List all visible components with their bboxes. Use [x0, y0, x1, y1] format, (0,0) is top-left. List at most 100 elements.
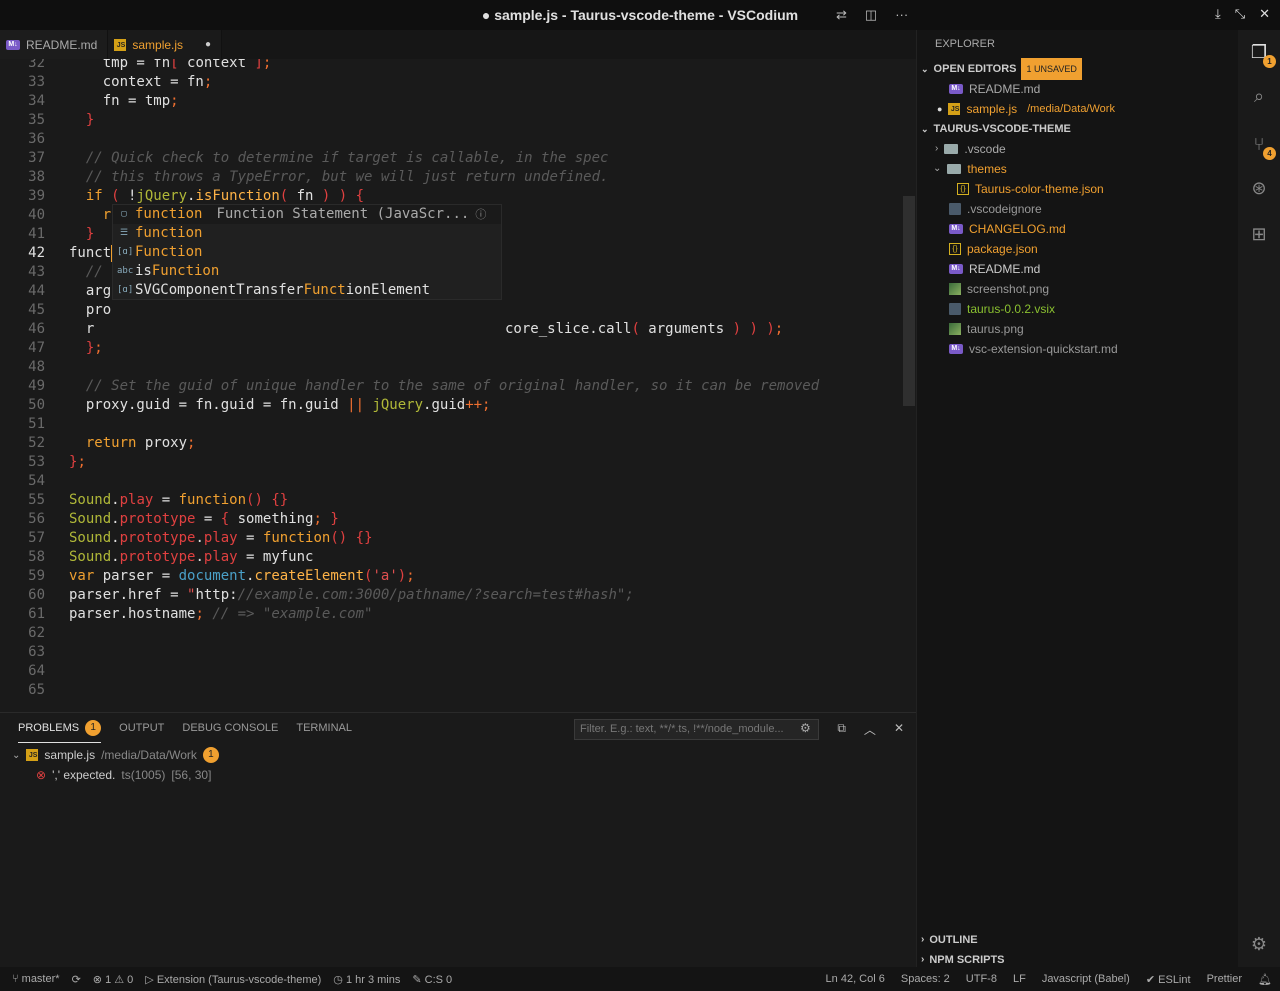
code-line[interactable]: 47 };	[0, 339, 900, 358]
line-number: 43	[28, 264, 45, 280]
tree-item-changelog[interactable]: M↓ CHANGELOG.md	[917, 219, 1238, 239]
problems-indicator[interactable]: ⊗ 1 ⚠ 0	[93, 973, 134, 986]
minimize-icon[interactable]: ⤓	[1215, 6, 1221, 22]
tree-item-vscodeignore[interactable]: .vscodeignore	[917, 199, 1238, 219]
sync-icon[interactable]: ⟳	[72, 973, 81, 986]
tree-item-vsix[interactable]: taurus-0.0.2.vsix	[917, 299, 1238, 319]
tab-sample-js[interactable]: JS sample.js ●	[108, 30, 223, 59]
code-line[interactable]: 54	[0, 472, 900, 491]
tree-item-package-json[interactable]: {} package.json	[917, 239, 1238, 259]
code-line[interactable]: 46 r core_slice.call( arguments ) ) );	[0, 320, 900, 339]
project-header[interactable]: ⌄ TAURUS-VSCODE-THEME	[917, 119, 1238, 139]
extensions-icon[interactable]: ⊞	[1248, 224, 1270, 246]
bell-icon[interactable]: 🔔︎	[1258, 973, 1272, 986]
suggestion-item[interactable]: ▢ function Function Statement (JavaScr... ⓘ	[113, 205, 501, 224]
tree-item-themes[interactable]: ⌄ themes	[917, 159, 1238, 179]
code-line[interactable]: 45 pro	[0, 301, 900, 320]
code-line[interactable]: 65	[0, 681, 900, 700]
file-icon	[949, 303, 961, 315]
unsaved-dot-icon[interactable]: ●	[205, 39, 211, 50]
split-editor-icon[interactable]: ◫	[865, 7, 877, 23]
code-line[interactable]: 60 parser.href = "http://example.com:3000…	[0, 586, 900, 605]
line-ending[interactable]: LF	[1013, 973, 1026, 985]
code-line[interactable]: 32 tmp = fn[ context ];	[0, 59, 900, 73]
bottom-panel: PROBLEMS 1 OUTPUT DEBUG CONSOLE TERMINAL …	[0, 712, 916, 967]
line-number: 38	[28, 169, 45, 185]
info-icon[interactable]: ⓘ	[475, 205, 486, 224]
suggestion-item[interactable]: ☰ function	[113, 224, 501, 243]
maximize-panel-icon[interactable]: ︿	[864, 721, 876, 738]
editor-scrollbar[interactable]	[903, 196, 915, 406]
open-editor-readme[interactable]: M↓ README.md	[917, 79, 1238, 99]
tab-readme[interactable]: M↓ README.md	[0, 30, 109, 59]
code-line[interactable]: 64	[0, 662, 900, 681]
language-mode[interactable]: Javascript (Babel)	[1042, 973, 1130, 985]
code-line[interactable]: 58 Sound.prototype.play = myfunc	[0, 548, 900, 567]
outline-header[interactable]: › OUTLINE	[917, 930, 978, 950]
code-line[interactable]: 63	[0, 643, 900, 662]
close-panel-icon[interactable]: ✕	[894, 721, 904, 738]
gear-icon[interactable]: ⚙	[1248, 934, 1270, 956]
line-number: 40	[28, 207, 45, 223]
code-line[interactable]: 55 Sound.play = function() {}	[0, 491, 900, 510]
extension-indicator[interactable]: ▷ Extension (Taurus-vscode-theme)	[145, 973, 321, 986]
code-line[interactable]: 49 // Set the guid of unique handler to …	[0, 377, 900, 396]
code-line[interactable]: 50 proxy.guid = fn.guid = fn.guid || jQu…	[0, 396, 900, 415]
code-line[interactable]: 51	[0, 415, 900, 434]
tree-item-vscode[interactable]: › .vscode	[917, 139, 1238, 159]
source-control-icon[interactable]: ⑂ 4	[1248, 134, 1276, 160]
encoding[interactable]: UTF-8	[966, 973, 997, 985]
restore-icon[interactable]: ⤡	[1235, 6, 1245, 22]
suggestion-item[interactable]: [ɑ] Function	[113, 243, 501, 262]
code-editor[interactable]: 32 tmp = fn[ context ]; 33 context = fn; 3…	[0, 59, 916, 712]
code-line[interactable]: 38 // this throws a TypeError, but we wi…	[0, 168, 900, 187]
code-line[interactable]: 37 // Quick check to determine if target…	[0, 149, 900, 168]
tree-item-theme-json[interactable]: {} Taurus-color-theme.json	[917, 179, 1238, 199]
prettier-status[interactable]: Prettier	[1207, 973, 1242, 985]
tree-item-screenshot[interactable]: screenshot.png	[917, 279, 1238, 299]
code-line[interactable]: 61 parser.hostname; // => "example.com"	[0, 605, 900, 624]
code-line[interactable]: 36	[0, 130, 900, 149]
code-line[interactable]: 33 context = fn;	[0, 73, 900, 92]
open-editor-sample-js[interactable]: ● JS sample.js/media/Data/Work	[917, 99, 1238, 119]
open-editors-header[interactable]: ⌄ OPEN EDITORS 1 UNSAVED	[917, 58, 1238, 80]
collapse-all-icon[interactable]: ⧉	[837, 721, 846, 738]
explorer-icon[interactable]: ❐ 1	[1248, 42, 1276, 68]
error-icon: ⊗	[36, 768, 47, 782]
problem-row[interactable]: ⊗ ',' expected. ts(1005) [56, 30]	[0, 765, 916, 785]
tree-item-readme[interactable]: M↓ README.md	[917, 259, 1238, 279]
suggestion-item[interactable]: abc is Function	[113, 262, 501, 281]
cursor-position[interactable]: Ln 42, Col 6	[826, 973, 885, 985]
code-line[interactable]: 35 }	[0, 111, 900, 130]
code-line[interactable]: 59 var parser = document.createElement('a…	[0, 567, 900, 586]
tree-item-taurus-png[interactable]: taurus.png	[917, 319, 1238, 339]
close-icon[interactable]: ✕	[1259, 6, 1270, 22]
problem-file-row[interactable]: ⌄ JS sample.js /media/Data/Work 1	[0, 745, 916, 765]
line-code: r	[69, 321, 95, 337]
tab-debug-console[interactable]: DEBUG CONSOLE	[182, 713, 278, 743]
problems-filter-input[interactable]: Filter. E.g.: text, **/*.ts, !**/node_mo…	[574, 719, 819, 740]
more-actions-icon[interactable]: ···	[895, 7, 908, 23]
code-line[interactable]: 52 return proxy;	[0, 434, 900, 453]
indentation[interactable]: Spaces: 2	[901, 973, 950, 985]
code-line[interactable]: 53};	[0, 453, 900, 472]
cs-indicator[interactable]: ✎ C:S 0	[412, 973, 452, 986]
code-line[interactable]: 34 fn = tmp;	[0, 92, 900, 111]
branch-indicator[interactable]: ⑂ master*	[12, 973, 60, 985]
code-line[interactable]: 57 Sound.prototype.play = function() {}	[0, 529, 900, 548]
code-line[interactable]: 62	[0, 624, 900, 643]
search-icon[interactable]: ⌕	[1248, 86, 1270, 108]
tab-problems[interactable]: PROBLEMS 1	[18, 713, 102, 743]
tab-output[interactable]: OUTPUT	[119, 713, 164, 743]
tree-item-quickstart[interactable]: M↓ vsc-extension-quickstart.md	[917, 339, 1238, 359]
code-line[interactable]: 48	[0, 358, 900, 377]
debug-icon[interactable]: ⊛	[1248, 178, 1270, 200]
compare-icon[interactable]: ⇄	[836, 7, 847, 23]
code-line[interactable]: 56 Sound.prototype = { something; }	[0, 510, 900, 529]
filter-settings-icon[interactable]: ⚙	[800, 721, 811, 735]
suggestion-item[interactable]: [ɑ] SVGComponentTransfer Funct ionElement	[113, 281, 501, 300]
tab-terminal[interactable]: TERMINAL	[296, 713, 352, 743]
line-number: 59	[28, 568, 45, 584]
time-tracker[interactable]: ◷ 1 hr 3 mins	[333, 973, 400, 986]
eslint-status[interactable]: ✔ ESLint	[1146, 973, 1191, 986]
